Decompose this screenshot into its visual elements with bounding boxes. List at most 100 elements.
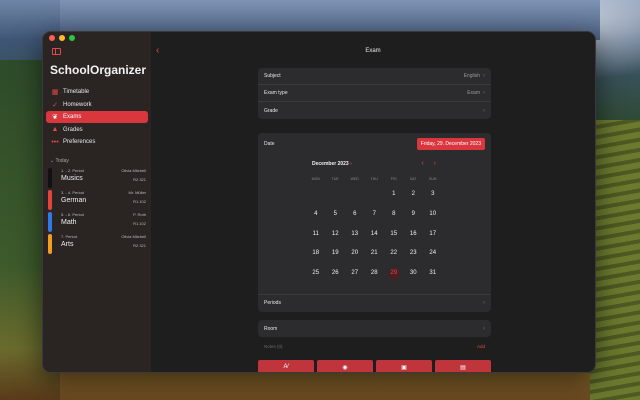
camera-button[interactable]: ◉ bbox=[317, 360, 373, 372]
calendar-day-selected[interactable]: 29 bbox=[384, 264, 404, 284]
calendar-day[interactable]: 10 bbox=[423, 205, 443, 225]
calendar-day[interactable]: 1 bbox=[384, 185, 404, 205]
photos-button[interactable]: ▣ bbox=[376, 360, 432, 372]
add-note-button[interactable]: Add bbox=[477, 344, 485, 356]
lesson-item[interactable]: 1. - 2. Period Olivia Mitchell Musics R2… bbox=[46, 167, 148, 189]
attachment-toolbar: A⁄ ◉ ▣ ▤ bbox=[258, 360, 491, 372]
app-window: SchoolOrganizer ▦ Timetable ✓ Homework ❦… bbox=[42, 31, 596, 373]
calendar-day[interactable]: 17 bbox=[423, 225, 443, 245]
leaf-icon: ❦ bbox=[52, 114, 58, 121]
calendar-day[interactable]: 13 bbox=[345, 225, 365, 245]
text-format-button[interactable]: A⁄ bbox=[258, 360, 314, 372]
chevron-right-icon: › bbox=[483, 300, 485, 306]
calendar-day[interactable]: 19 bbox=[326, 244, 346, 264]
calendar-day[interactable]: 25 bbox=[306, 264, 326, 284]
lesson-teacher: P. Roth bbox=[133, 212, 146, 217]
calendar-month[interactable]: December 2023 › bbox=[312, 161, 352, 167]
calendar-day-number: 14 bbox=[370, 230, 378, 237]
sidebar-item-label: Preferences bbox=[63, 139, 96, 145]
previous-month-button[interactable]: ‹ bbox=[421, 160, 423, 167]
today-lessons: 1. - 2. Period Olivia Mitchell Musics R2… bbox=[46, 167, 148, 255]
text-format-icon: A⁄ bbox=[283, 364, 289, 370]
calendar-day-number: 6 bbox=[353, 210, 357, 217]
calendar-empty-cell bbox=[326, 185, 346, 205]
subject-label: Subject bbox=[264, 73, 281, 79]
calendar-day[interactable]: 31 bbox=[423, 264, 443, 284]
weekday-label: FRI bbox=[390, 177, 397, 181]
calendar-day[interactable]: 3 bbox=[423, 185, 443, 205]
today-section-header[interactable]: ⌄ Today bbox=[50, 158, 69, 164]
dots-icon: ••• bbox=[51, 138, 59, 146]
calendar-day-number: 15 bbox=[390, 230, 398, 237]
calendar-day[interactable]: 15 bbox=[384, 225, 404, 245]
room-row[interactable]: Room › bbox=[258, 320, 491, 337]
calendar-day[interactable]: 14 bbox=[365, 225, 385, 245]
calendar-day-number: 11 bbox=[312, 230, 319, 237]
lesson-subject: German bbox=[61, 197, 87, 204]
date-picker-button[interactable]: Friday, 29. December 2023 bbox=[416, 138, 485, 150]
calendar-day[interactable]: 21 bbox=[365, 244, 385, 264]
chevron-right-icon: › bbox=[350, 161, 352, 167]
calendar-day-number: 20 bbox=[351, 250, 359, 257]
minimize-window-button[interactable] bbox=[59, 35, 65, 41]
calendar-day[interactable]: 12 bbox=[326, 225, 346, 245]
sidebar-toggle-icon[interactable] bbox=[52, 48, 61, 55]
calendar-day-number: 7 bbox=[372, 210, 376, 217]
calendar-day[interactable]: 20 bbox=[345, 244, 365, 264]
chevron-right-icon: › bbox=[483, 107, 485, 114]
weekday-label: MON bbox=[311, 177, 320, 181]
calendar-day[interactable]: 6 bbox=[345, 205, 365, 225]
calendar-empty-cell bbox=[345, 185, 365, 205]
calendar-day-number: 27 bbox=[351, 270, 359, 277]
lesson-teacher: Olivia Mitchell bbox=[121, 168, 146, 173]
periods-row[interactable]: Periods › bbox=[258, 294, 491, 311]
calendar-day[interactable]: 30 bbox=[404, 264, 424, 284]
chevron-right-icon: › bbox=[483, 325, 485, 332]
calendar-day[interactable]: 22 bbox=[384, 244, 404, 264]
zoom-window-button[interactable] bbox=[69, 35, 75, 41]
grade-row[interactable]: Grade › bbox=[258, 102, 491, 119]
exam-type-row[interactable]: Exam type Exam › bbox=[258, 85, 491, 102]
subject-row[interactable]: Subject English › bbox=[258, 68, 491, 85]
lesson-item[interactable]: 5. - 6. Period P. Roth Math R1.102 bbox=[46, 211, 148, 233]
periods-label: Periods bbox=[264, 300, 281, 306]
close-window-button[interactable] bbox=[49, 35, 55, 41]
calendar-day[interactable]: 27 bbox=[345, 264, 365, 284]
sidebar-item-timetable[interactable]: ▦ Timetable bbox=[46, 86, 148, 98]
calendar-day[interactable]: 24 bbox=[423, 244, 443, 264]
sidebar-item-preferences[interactable]: ••• Preferences bbox=[46, 136, 148, 148]
app-title: SchoolOrganizer bbox=[50, 63, 147, 77]
lesson-color-bar bbox=[48, 168, 52, 188]
calendar-day-number: 13 bbox=[351, 230, 359, 237]
document-button[interactable]: ▤ bbox=[435, 360, 491, 372]
exam-details-card: Subject English › Exam type Exam › Grade › bbox=[258, 68, 491, 119]
calendar-day[interactable]: 4 bbox=[306, 205, 326, 225]
calendar-day[interactable]: 9 bbox=[404, 205, 424, 225]
lesson-period: 5. - 6. Period bbox=[61, 212, 84, 217]
lesson-item[interactable]: 7. Period Olivia Mitchell Arts R2.321 bbox=[46, 233, 148, 255]
sidebar-item-exams[interactable]: ❦ Exams bbox=[46, 111, 148, 123]
sidebar-item-grades[interactable]: ▲ Grades bbox=[46, 124, 148, 136]
calendar-day[interactable]: 28 bbox=[365, 264, 385, 284]
calendar-day[interactable]: 7 bbox=[365, 205, 385, 225]
calendar-icon: ▦ bbox=[51, 89, 59, 96]
lesson-subject: Arts bbox=[61, 241, 74, 248]
calendar-day[interactable]: 11 bbox=[306, 225, 326, 245]
sidebar-item-label: Grades bbox=[63, 126, 83, 133]
calendar-month-label: December 2023 bbox=[312, 161, 349, 167]
lesson-subject: Math bbox=[61, 219, 77, 226]
lesson-color-bar bbox=[48, 190, 52, 210]
calendar-day[interactable]: 5 bbox=[326, 205, 346, 225]
lesson-item[interactable]: 3. - 4. Period Mr. Müller German R1.102 bbox=[46, 189, 148, 211]
calendar-day[interactable]: 18 bbox=[306, 244, 326, 264]
calendar-day[interactable]: 2 bbox=[404, 185, 424, 205]
calendar-day-number: 30 bbox=[409, 270, 417, 277]
next-month-button[interactable]: › bbox=[434, 160, 436, 167]
calendar-day-number: 24 bbox=[429, 250, 437, 257]
calendar-day[interactable]: 16 bbox=[404, 225, 424, 245]
calendar-day[interactable]: 8 bbox=[384, 205, 404, 225]
calendar-day-number: 12 bbox=[331, 230, 339, 237]
calendar-day[interactable]: 23 bbox=[404, 244, 424, 264]
calendar-day[interactable]: 26 bbox=[326, 264, 346, 284]
sidebar-item-homework[interactable]: ✓ Homework bbox=[46, 99, 148, 111]
